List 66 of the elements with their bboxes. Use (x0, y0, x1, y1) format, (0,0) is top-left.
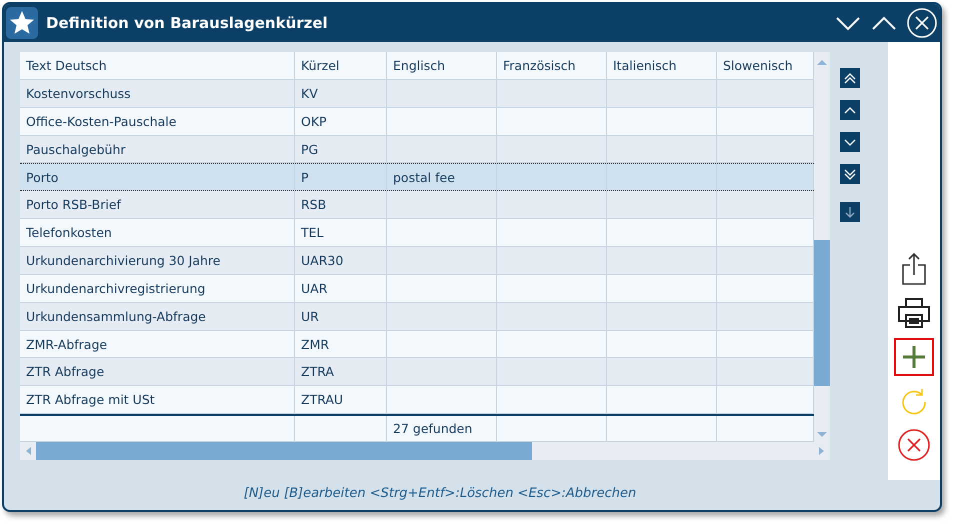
table-row[interactable]: Urkundenarchivierung 30 Jahre UAR30 (20, 247, 814, 275)
close-icon[interactable] (906, 7, 938, 39)
table-cell: OKP (301, 114, 327, 129)
window-title: Definition von Barauslagenkürzel (46, 14, 329, 32)
column-header[interactable]: Text Deutsch (20, 52, 295, 79)
table-cell: TEL (301, 225, 324, 240)
scrollbar-thumb[interactable] (814, 240, 830, 386)
table-cell: ZTR Abfrage mit USt (26, 392, 155, 408)
table-cell: Kostenvorschuss (26, 86, 131, 101)
table-row[interactable]: ZTR Abfrage ZTRA (20, 358, 814, 386)
table-row[interactable]: Kostenvorschuss KV (20, 80, 814, 108)
table-row[interactable]: Porto RSB-Brief RSB (20, 191, 814, 220)
chevron-icon (844, 138, 856, 146)
table-row[interactable]: Office-Kosten-Pauschale OKP (20, 108, 814, 136)
table-cell: Urkundensammlung-Abfrage (26, 308, 206, 324)
table-row[interactable]: ZTR Abfrage mit USt ZTRAU (20, 386, 814, 414)
navigation-button[interactable] (840, 164, 860, 184)
table-cell: Office-Kosten-Pauschale (26, 114, 176, 129)
navigation-button[interactable] (840, 100, 860, 120)
table-cell: ZTRA (301, 364, 334, 380)
table-cell: ZMR-Abfrage (26, 336, 108, 352)
table-cell: Porto (26, 170, 58, 185)
navigation-button[interactable] (840, 202, 860, 222)
column-header[interactable]: Englisch (387, 52, 497, 79)
table-cell: KV (301, 86, 318, 101)
keyboard-hint: [N]eu [B]earbeiten <Strg+Entf>:Löschen <Esc>:Abbrechen (242, 485, 638, 501)
table-cell: postal fee (393, 170, 455, 185)
table-cell: PG (301, 142, 318, 156)
result-count: 27 gefunden (393, 421, 472, 436)
add-button[interactable] (894, 338, 934, 376)
column-header[interactable]: Französisch (497, 52, 607, 79)
printer-icon (897, 297, 931, 329)
column-header[interactable]: Kürzel (295, 52, 387, 79)
table-cell: RSB (301, 197, 326, 212)
plus-icon (901, 344, 927, 370)
table-cell: Urkundenarchivierung 30 Jahre (26, 252, 220, 268)
table-cell: P (301, 170, 309, 185)
table-row[interactable]: Urkundensammlung-Abfrage UR (20, 302, 814, 331)
arrow-down-icon (845, 206, 855, 218)
table-row[interactable]: Porto P postal fee (20, 163, 814, 192)
horizontal-scrollbar[interactable] (20, 442, 830, 460)
chevron-icon (844, 106, 856, 114)
table-cell: Urkundenarchivregistrierung (26, 280, 206, 296)
navigation-button[interactable] (840, 132, 860, 152)
table-cell: Pauschalgebühr (26, 142, 126, 156)
table-row[interactable]: ZMR-Abfrage ZMR (20, 330, 814, 358)
navigation-button[interactable] (840, 68, 860, 88)
table-cell: UAR (301, 280, 328, 296)
table-cell: ZTRAU (301, 392, 344, 408)
chevron-icon (844, 168, 856, 180)
table-cell: UAR30 (301, 252, 344, 268)
table-cell: ZMR (301, 336, 330, 352)
share-icon (900, 252, 928, 286)
table-cell: ZTR Abfrage (26, 364, 104, 380)
column-header[interactable]: Italienisch (607, 52, 717, 79)
table-cell: UR (301, 308, 319, 324)
table-row[interactable]: Pauschalgebühr PG (20, 136, 814, 164)
scrollbar-thumb[interactable] (36, 442, 532, 460)
cancel-icon (897, 428, 931, 462)
table-cell: Porto RSB-Brief (26, 197, 121, 212)
chevron-icon (844, 72, 856, 84)
refresh-icon (900, 387, 928, 415)
table-row[interactable]: Urkundenarchivregistrierung UAR (20, 274, 814, 303)
vertical-scrollbar[interactable] (814, 52, 830, 442)
table-row[interactable]: Telefonkosten TEL (20, 219, 814, 248)
table-cell: Telefonkosten (26, 225, 112, 240)
